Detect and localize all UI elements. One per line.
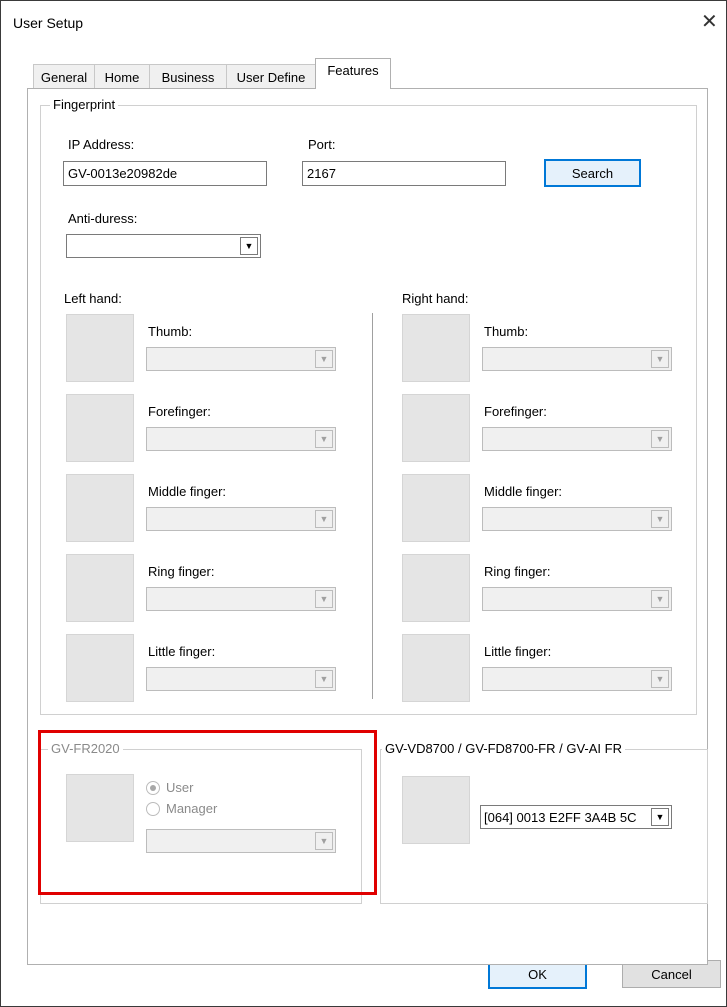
search-button[interactable]: Search	[544, 159, 641, 187]
right-little-label: Little finger:	[484, 644, 552, 659]
close-icon[interactable]: ✕	[701, 9, 718, 34]
right-little-select[interactable]: ▼	[482, 667, 672, 691]
left-forefinger-label: Forefinger:	[148, 404, 211, 419]
chevron-down-icon: ▼	[315, 510, 333, 528]
anti-duress-select[interactable]: ▼	[66, 234, 261, 258]
chevron-down-icon: ▼	[315, 670, 333, 688]
chevron-down-icon: ▼	[315, 350, 333, 368]
right-thumb-select[interactable]: ▼	[482, 347, 672, 371]
tab-features[interactable]: Features	[315, 58, 391, 89]
ip-address-input[interactable]: GV-0013e20982de	[63, 161, 267, 186]
chevron-down-icon[interactable]: ▼	[651, 808, 669, 826]
left-ring-label: Ring finger:	[148, 564, 215, 579]
left-ring-image[interactable]	[66, 554, 134, 622]
left-little-select[interactable]: ▼	[146, 667, 336, 691]
fingerprint-group	[40, 105, 697, 715]
tab-business[interactable]: Business	[149, 64, 227, 88]
tab-general[interactable]: General	[33, 64, 95, 88]
user-setup-window: User Setup ✕ General Home Business User …	[0, 0, 727, 1007]
left-thumb-image[interactable]	[66, 314, 134, 382]
window-title: User Setup	[13, 15, 84, 31]
gv-vd8700-fingerprint-image[interactable]	[402, 776, 470, 844]
right-hand-label: Right hand:	[402, 291, 469, 306]
port-input[interactable]: 2167	[302, 161, 506, 186]
fingerprint-group-label: Fingerprint	[50, 97, 119, 112]
right-thumb-label: Thumb:	[484, 324, 529, 339]
right-middle-image[interactable]	[402, 474, 470, 542]
right-forefinger-select[interactable]: ▼	[482, 427, 672, 451]
right-forefinger-image[interactable]	[402, 394, 470, 462]
chevron-down-icon: ▼	[651, 670, 669, 688]
chevron-down-icon: ▼	[651, 510, 669, 528]
chevron-down-icon: ▼	[651, 590, 669, 608]
right-forefinger-label: Forefinger:	[484, 404, 547, 419]
chevron-down-icon: ▼	[651, 350, 669, 368]
right-middle-label: Middle finger:	[484, 484, 563, 499]
left-thumb-label: Thumb:	[148, 324, 193, 339]
left-middle-label: Middle finger:	[148, 484, 227, 499]
left-ring-select[interactable]: ▼	[146, 587, 336, 611]
left-middle-select[interactable]: ▼	[146, 507, 336, 531]
gv-fr2020-highlight-box	[38, 730, 377, 895]
gv-vd8700-device-value: [064] 0013 E2FF 3A4B 5C	[484, 810, 637, 825]
chevron-down-icon: ▼	[315, 430, 333, 448]
anti-duress-label: Anti-duress:	[68, 211, 138, 226]
right-ring-select[interactable]: ▼	[482, 587, 672, 611]
chevron-down-icon: ▼	[651, 430, 669, 448]
left-little-label: Little finger:	[148, 644, 216, 659]
right-ring-image[interactable]	[402, 554, 470, 622]
tab-home[interactable]: Home	[94, 64, 150, 88]
left-hand-label: Left hand:	[64, 291, 122, 306]
gv-vd8700-device-select[interactable]: [064] 0013 E2FF 3A4B 5C ▼	[480, 805, 672, 829]
left-thumb-select[interactable]: ▼	[146, 347, 336, 371]
gv-vd8700-group-label: GV-VD8700 / GV-FD8700-FR / GV-AI FR	[382, 741, 625, 756]
right-ring-label: Ring finger:	[484, 564, 551, 579]
left-little-image[interactable]	[66, 634, 134, 702]
title-bar: User Setup ✕	[1, 1, 726, 47]
right-thumb-image[interactable]	[402, 314, 470, 382]
hand-divider	[372, 313, 373, 699]
right-little-image[interactable]	[402, 634, 470, 702]
left-forefinger-select[interactable]: ▼	[146, 427, 336, 451]
port-label: Port:	[308, 137, 336, 152]
left-middle-image[interactable]	[66, 474, 134, 542]
ip-address-label: IP Address:	[68, 137, 135, 152]
chevron-down-icon: ▼	[315, 590, 333, 608]
tab-user-define[interactable]: User Define	[226, 64, 316, 88]
right-middle-select[interactable]: ▼	[482, 507, 672, 531]
left-forefinger-image[interactable]	[66, 394, 134, 462]
chevron-down-icon[interactable]: ▼	[240, 237, 258, 255]
